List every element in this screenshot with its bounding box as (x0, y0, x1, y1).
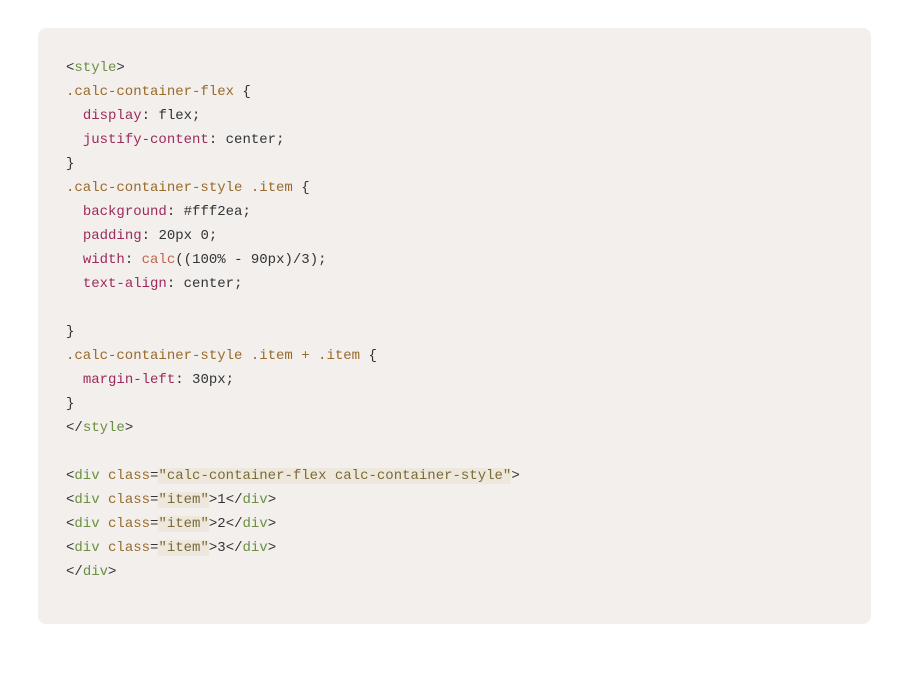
code-token: (( (175, 252, 192, 268)
code-token: "calc-container-flex calc-container-styl… (158, 468, 511, 484)
code-token: #fff2ea (184, 204, 243, 220)
code-token: text-align (83, 276, 167, 292)
code-token (66, 300, 74, 316)
code-token (66, 108, 83, 124)
code-token (100, 492, 108, 508)
code-token: ; (234, 276, 242, 292)
code-token: > (108, 564, 116, 580)
code-token: class (108, 468, 150, 484)
code-token: div (74, 516, 99, 532)
code-token: > (268, 492, 276, 508)
code-token: > (125, 420, 133, 436)
code-token: "item" (158, 540, 208, 556)
code-token: : (167, 276, 184, 292)
code-token: 30px (192, 372, 226, 388)
code-token: class (108, 516, 150, 532)
code-token (66, 252, 83, 268)
code-token: </ (66, 564, 83, 580)
code-block: <style> .calc-container-flex { display: … (38, 28, 871, 624)
code-token: > (268, 540, 276, 556)
code-token: ; (226, 372, 234, 388)
code-token (100, 540, 108, 556)
code-token: { (293, 180, 310, 196)
code-token: ; (318, 252, 326, 268)
code-token: .calc-container-flex (66, 84, 234, 100)
code-token: style (83, 420, 125, 436)
code-token: } (66, 396, 74, 412)
code-token (66, 132, 83, 148)
code-token: { (234, 84, 251, 100)
code-token: </ (66, 420, 83, 436)
code-token: class (108, 492, 150, 508)
code-token: : (142, 108, 159, 124)
code-token (66, 372, 83, 388)
code-token: .calc-container-style .item (66, 180, 293, 196)
code-token: </ (226, 516, 243, 532)
code-token: width (83, 252, 125, 268)
code-token (66, 228, 83, 244)
code-token: : (209, 132, 226, 148)
code-token: 20px 0 (158, 228, 208, 244)
code-token: div (74, 540, 99, 556)
code-token: class (108, 540, 150, 556)
code-token (100, 516, 108, 532)
code-token: div (74, 468, 99, 484)
code-token: 100% - 90px (192, 252, 284, 268)
code-token: > (511, 468, 519, 484)
code-token (66, 444, 74, 460)
code-token: 3 (217, 540, 225, 556)
code-token: > (116, 60, 124, 76)
code-token (100, 468, 108, 484)
code-token: flex (158, 108, 192, 124)
code-token: : (125, 252, 142, 268)
code-token: ; (276, 132, 284, 148)
code-token: : (142, 228, 159, 244)
code-token: padding (83, 228, 142, 244)
code-token: { (360, 348, 377, 364)
code-token: style (74, 60, 116, 76)
code-token: calc (142, 252, 176, 268)
code-token: "item" (158, 492, 208, 508)
code-token: div (74, 492, 99, 508)
code-token: </ (226, 492, 243, 508)
code-token: div (243, 516, 268, 532)
code-token: ; (192, 108, 200, 124)
code-token: } (66, 324, 74, 340)
code-token: ; (242, 204, 250, 220)
code-token: )/ (284, 252, 301, 268)
code-token: center (226, 132, 276, 148)
code-token (66, 276, 83, 292)
code-token: 2 (217, 516, 225, 532)
code-token: div (243, 492, 268, 508)
code-content: <style> .calc-container-flex { display: … (66, 60, 520, 580)
code-token (66, 204, 83, 220)
code-token: center (184, 276, 234, 292)
code-token: .calc-container-style .item + .item (66, 348, 360, 364)
code-token: } (66, 156, 74, 172)
code-token: 1 (217, 492, 225, 508)
code-token: div (243, 540, 268, 556)
code-token: div (83, 564, 108, 580)
code-token: : (175, 372, 192, 388)
code-token: display (83, 108, 142, 124)
code-token: > (268, 516, 276, 532)
code-token: justify-content (83, 132, 209, 148)
code-token: 3 (301, 252, 309, 268)
code-token: "item" (158, 516, 208, 532)
code-token: background (83, 204, 167, 220)
code-token: ) (310, 252, 318, 268)
code-token: margin-left (83, 372, 175, 388)
code-token: : (167, 204, 184, 220)
code-token: ; (209, 228, 217, 244)
code-token: </ (226, 540, 243, 556)
